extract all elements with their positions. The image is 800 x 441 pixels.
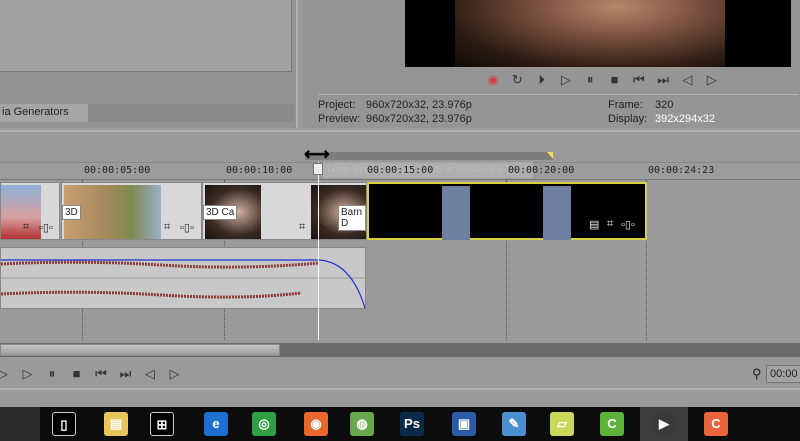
pause-icon[interactable]: ⏸ xyxy=(43,366,61,382)
media-fx-icon[interactable]: ▤ xyxy=(589,218,599,231)
time-value: 00:00 xyxy=(770,368,798,380)
crop-icon[interactable]: ⌗ xyxy=(607,218,613,231)
selected-video-clip[interactable]: ▤ ⌗ ▫▯▫ xyxy=(367,182,647,240)
prev-marker-icon[interactable]: ⏮ xyxy=(630,72,648,88)
taskbar-search-area xyxy=(0,407,40,441)
panel-divider xyxy=(0,388,800,390)
timeline-scrollbar[interactable] xyxy=(0,343,800,357)
video-clip[interactable]: 3D ⌗ ▫▯▫ xyxy=(61,182,202,240)
pause-icon[interactable]: ⏸ xyxy=(581,72,599,88)
event-fx-icon[interactable]: ▫▯▫ xyxy=(180,221,194,234)
crop-icon[interactable]: ⌗ xyxy=(164,221,170,234)
transition-label: 3D Ca xyxy=(203,205,238,220)
playhead[interactable] xyxy=(318,162,319,340)
transition-label: 3D xyxy=(62,205,81,220)
tab-media-generators[interactable]: ia Generators xyxy=(0,104,88,122)
prev-marker-icon[interactable]: ⏮ xyxy=(92,366,110,382)
video-clip[interactable]: ⌗ ▫▯▫ xyxy=(0,182,60,240)
prev-frame-icon[interactable]: ◁ xyxy=(141,366,159,382)
video-preview xyxy=(405,0,791,67)
vegas-taskbar-icon[interactable]: ▶ xyxy=(652,412,676,436)
frame-value: 320 xyxy=(655,99,674,111)
playhead-handle[interactable] xyxy=(313,163,323,175)
task-view-taskbar-icon[interactable]: ▯ xyxy=(52,412,76,436)
camtasia-recorder-taskbar-icon[interactable]: C xyxy=(600,412,624,436)
loop-icon[interactable]: ↻ xyxy=(508,72,526,88)
timeline-divider xyxy=(0,130,800,132)
next-marker-icon[interactable]: ⏭ xyxy=(117,366,135,382)
ruler-label: 00:00:24:23 xyxy=(648,165,715,176)
prev-frame-icon[interactable]: ◁ xyxy=(678,72,696,88)
tab-label: ia Generators xyxy=(2,106,69,118)
time-field[interactable]: 00:00 xyxy=(766,365,800,383)
project-label: Project: xyxy=(318,99,356,111)
preview-image xyxy=(455,0,725,67)
stop-icon[interactable]: ■ xyxy=(606,72,624,88)
event-fx-icon[interactable]: ▫▯▫ xyxy=(313,221,327,234)
tab-strip xyxy=(88,104,294,122)
crop-icon[interactable]: ⌗ xyxy=(299,221,305,234)
network-taskbar-icon[interactable]: ▣ xyxy=(452,412,476,436)
play-icon[interactable]: ▷ xyxy=(557,72,575,88)
camtasia-taskbar-icon[interactable]: C xyxy=(704,412,728,436)
chrome-taskbar-icon[interactable]: ◎ xyxy=(252,412,276,436)
video-clip[interactable]: 3D Ca Barn D ⌗ ▫▯▫ xyxy=(202,182,367,240)
photoshop-taskbar-icon[interactable]: Ps xyxy=(400,412,424,436)
firefox-taskbar-icon[interactable]: ◉ xyxy=(304,412,328,436)
file-explorer-taskbar-icon[interactable]: ▤ xyxy=(104,412,128,436)
ruler-label: 00:00:05:00 xyxy=(84,165,151,176)
info-divider xyxy=(318,94,798,95)
preview-label: Preview: xyxy=(318,113,361,125)
next-marker-icon[interactable]: ⏭ xyxy=(654,72,672,88)
next-frame-icon[interactable]: ▷ xyxy=(166,366,184,382)
audio-waveform xyxy=(1,259,367,309)
store-taskbar-icon[interactable]: ⊞ xyxy=(150,412,174,436)
display-label: Display: xyxy=(608,113,648,125)
frame-info: Frame: 320 Display: 392x294x32 xyxy=(608,98,715,126)
ruler-label: 00:00:10:00 xyxy=(226,165,293,176)
record-marker-icon[interactable]: ⚲ xyxy=(752,366,762,382)
preview-value: 960x720x32, 23.976p xyxy=(366,113,472,125)
clip-thumbnail xyxy=(442,186,470,240)
stop-icon[interactable]: ■ xyxy=(68,366,86,382)
sticky-taskbar-icon[interactable]: ▱ xyxy=(550,412,574,436)
media-list xyxy=(0,0,292,72)
ruler-label: 00:00:20:00 xyxy=(508,165,575,176)
scrollbar-thumb[interactable] xyxy=(0,344,280,356)
play-from-start-icon[interactable]: ▷ xyxy=(0,366,12,382)
event-fx-icon[interactable]: ▫▯▫ xyxy=(621,218,635,231)
app-green-taskbar-icon[interactable]: ◍ xyxy=(350,412,374,436)
project-value: 960x720x32, 23.976p xyxy=(366,99,472,111)
clip-thumbnail xyxy=(1,185,41,239)
audio-clip[interactable] xyxy=(0,247,367,309)
project-info: Project: 960x720x32, 23.976p Preview: 960x… xyxy=(318,98,472,126)
loop-region-bar[interactable] xyxy=(305,152,553,160)
clip-thumbnail xyxy=(543,186,571,240)
transition-label: Barn D xyxy=(338,205,366,231)
display-value: 392x294x32 xyxy=(655,113,715,125)
frame-label: Frame: xyxy=(608,99,643,111)
loop-end-marker[interactable] xyxy=(547,152,553,159)
play-from-start-icon[interactable]: ⏵ xyxy=(533,72,551,88)
edge-taskbar-icon[interactable]: e xyxy=(204,412,228,436)
play-icon[interactable]: ▷ xyxy=(19,366,37,382)
next-frame-icon[interactable]: ▷ xyxy=(703,72,721,88)
paint-taskbar-icon[interactable]: ✎ xyxy=(502,412,526,436)
ruler-label: 00:00:15:00 xyxy=(367,165,434,176)
event-fx-icon[interactable]: ▫▯▫ xyxy=(39,221,53,234)
crop-icon[interactable]: ⌗ xyxy=(23,221,29,234)
record-icon[interactable]: ◉ xyxy=(484,72,502,88)
